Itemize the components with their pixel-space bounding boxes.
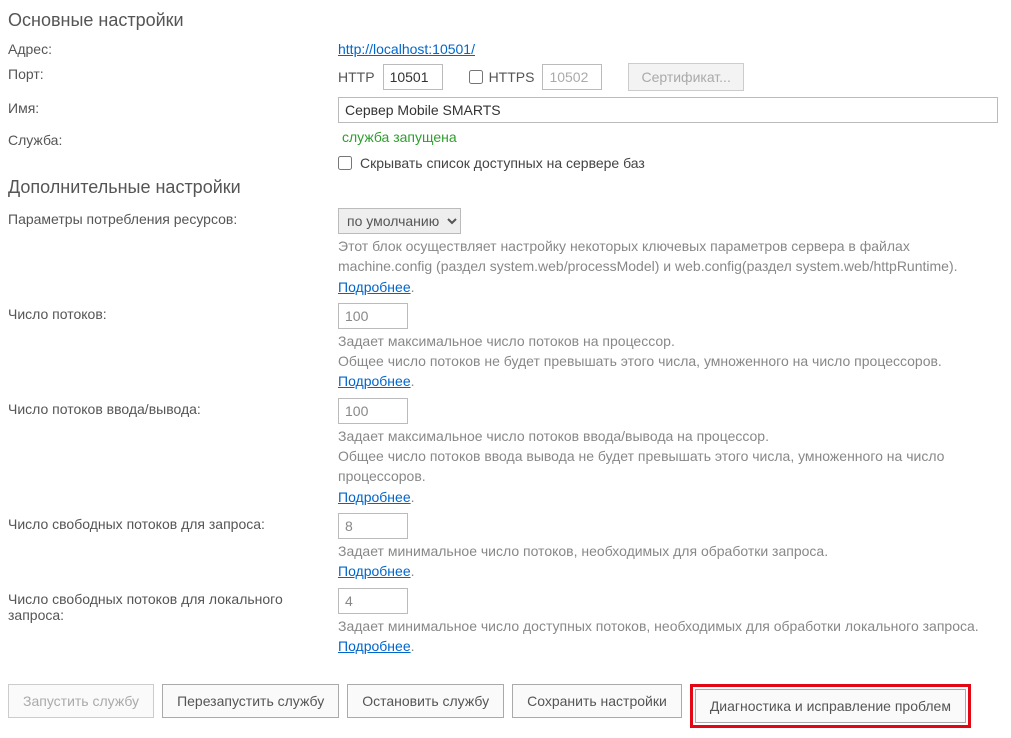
- service-label: Служба:: [8, 129, 338, 148]
- threads-label: Число потоков:: [8, 303, 338, 322]
- preset-desc: Этот блок осуществляет настройку некотор…: [338, 238, 958, 274]
- diagnostics-button[interactable]: Диагностика и исправление проблем: [695, 689, 966, 723]
- threads-desc2: Общее число потоков не будет превышать э…: [338, 353, 942, 369]
- address-link[interactable]: http://localhost:10501/: [338, 41, 475, 57]
- free-local-more-link[interactable]: Подробнее: [338, 638, 411, 654]
- free-local-desc: Задает минимальное число доступных поток…: [338, 618, 979, 634]
- io-threads-input: [338, 398, 408, 424]
- free-req-input: [338, 513, 408, 539]
- button-bar: Запустить службу Перезапустить службу Ос…: [8, 684, 1003, 728]
- stop-service-button[interactable]: Остановить службу: [347, 684, 504, 718]
- io-desc1: Задает максимальное число потоков ввода/…: [338, 428, 769, 444]
- threads-desc1: Задает максимальное число потоков на про…: [338, 333, 675, 349]
- threads-more-link[interactable]: Подробнее: [338, 373, 411, 389]
- diagnostics-highlight: Диагностика и исправление проблем: [690, 684, 971, 728]
- free-req-desc: Задает минимальное число потоков, необхо…: [338, 543, 828, 559]
- https-proto-label: HTTPS: [489, 69, 535, 85]
- address-label: Адрес:: [8, 41, 338, 57]
- hide-db-checkbox[interactable]: [338, 156, 352, 170]
- server-name-input[interactable]: [338, 97, 998, 123]
- https-port-input: [542, 64, 602, 90]
- free-local-input: [338, 588, 408, 614]
- name-label: Имя:: [8, 97, 338, 116]
- http-proto-label: HTTP: [338, 69, 375, 85]
- resource-params-label: Параметры потребления ресурсов:: [8, 208, 338, 227]
- free-local-label: Число свободных потоков для локального з…: [8, 588, 338, 623]
- free-req-label: Число свободных потоков для запроса:: [8, 513, 338, 532]
- certificate-button: Сертификат...: [628, 63, 743, 91]
- extra-settings-title: Дополнительные настройки: [8, 177, 1003, 198]
- resource-preset-select[interactable]: по умолчанию: [338, 208, 461, 234]
- service-status: служба запущена: [342, 129, 457, 145]
- io-more-link[interactable]: Подробнее: [338, 489, 411, 505]
- hide-db-label: Скрывать список доступных на сервере баз: [360, 155, 645, 171]
- io-threads-label: Число потоков ввода/вывода:: [8, 398, 338, 417]
- threads-input: [338, 303, 408, 329]
- save-settings-button[interactable]: Сохранить настройки: [512, 684, 682, 718]
- https-checkbox[interactable]: [469, 70, 483, 84]
- io-desc2: Общее число потоков ввода вывода не буде…: [338, 448, 944, 484]
- preset-more-link[interactable]: Подробнее: [338, 279, 411, 295]
- free-req-more-link[interactable]: Подробнее: [338, 563, 411, 579]
- restart-service-button[interactable]: Перезапустить службу: [162, 684, 339, 718]
- basic-settings-title: Основные настройки: [8, 10, 1003, 31]
- start-service-button: Запустить службу: [8, 684, 154, 718]
- port-label: Порт:: [8, 63, 338, 82]
- http-port-input[interactable]: [383, 64, 443, 90]
